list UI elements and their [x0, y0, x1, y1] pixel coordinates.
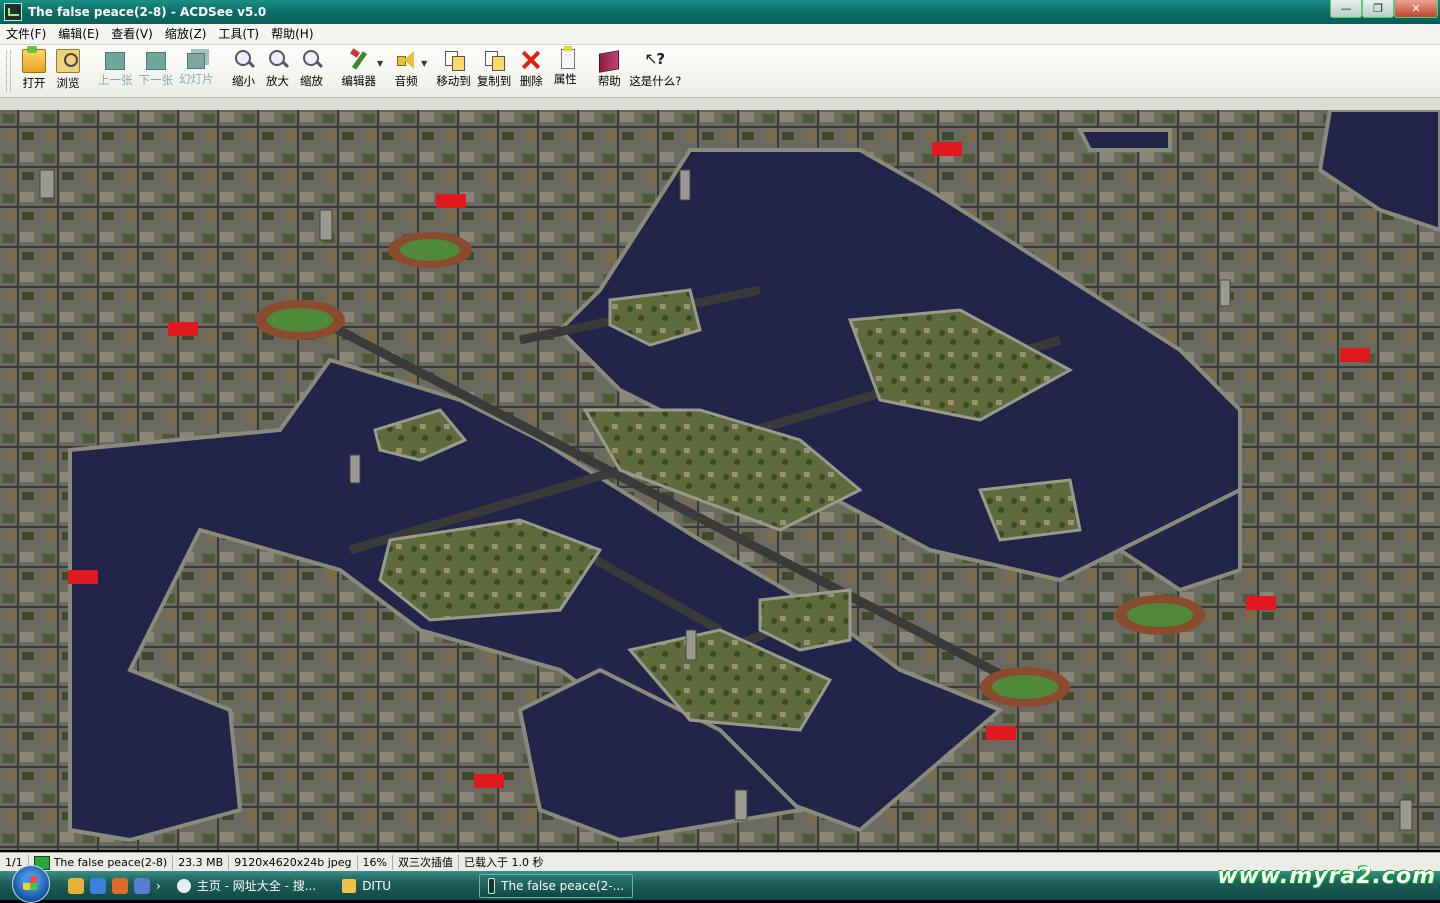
slideshow-button[interactable]: 幻灯片 [176, 45, 217, 87]
editor-button[interactable]: 编辑器 [339, 45, 380, 89]
close-button[interactable]: ✕ [1394, 0, 1438, 18]
zoom-in-icon [267, 49, 289, 71]
properties-label: 属性 [553, 72, 577, 86]
menu-help[interactable]: 帮助(H) [265, 24, 319, 44]
browser-icon [176, 878, 191, 893]
copy-to-label: 复制到 [476, 74, 512, 88]
status-zoom: 16% [358, 855, 393, 870]
game-map-image [0, 110, 1440, 850]
browse-button[interactable]: 浏览 [51, 45, 85, 91]
audio-button[interactable]: 音频 [389, 45, 423, 89]
minimize-button[interactable]: — [1330, 0, 1362, 18]
taskbar-item-ditu[interactable]: DITU [334, 875, 399, 897]
help-book-icon [599, 50, 620, 73]
quick-launch-app-icon[interactable] [68, 877, 84, 894]
menu-tools[interactable]: 工具(T) [212, 24, 265, 44]
speaker-icon [395, 49, 417, 71]
quick-launch: › [68, 877, 161, 894]
zoom-out-icon [233, 49, 255, 71]
start-button[interactable] [12, 864, 50, 903]
taskbar-item-browser[interactable]: 主页 - 网址大全 - 搜... [169, 875, 324, 897]
menu-zoom[interactable]: 缩放(Z) [159, 24, 213, 44]
whats-this-label: 这是什么? [629, 74, 682, 88]
zoom-in-label: 放大 [266, 74, 289, 88]
copy-to-button[interactable]: 复制到 [474, 45, 515, 89]
acdsee-icon [488, 877, 496, 894]
delete-button[interactable]: 删除 [514, 45, 548, 89]
move-to-button[interactable]: 移动到 [433, 45, 474, 89]
copy-to-icon [483, 49, 506, 71]
status-filename-text: The false peace(2-8) [53, 856, 168, 869]
menu-edit[interactable]: 编辑(E) [52, 24, 105, 44]
properties-icon [560, 46, 575, 69]
taskbar-item-label: 主页 - 网址大全 - 搜... [196, 879, 317, 893]
image-viewport[interactable] [0, 110, 1440, 850]
status-load-time: 已载入于 1.0 秒 [463, 856, 544, 869]
status-interpolation: 双三次插值 [393, 855, 459, 870]
browse-label: 浏览 [56, 76, 80, 90]
taskbar-item-label: The false peace(2-... [501, 878, 625, 893]
status-dimensions: 9120x4620x24b jpeg [229, 855, 358, 870]
menu-bar: 文件(F) 编辑(E) 查看(V) 缩放(Z) 工具(T) 帮助(H) [0, 24, 1440, 45]
site-watermark: www.myra2.com [1217, 864, 1436, 889]
window-controls: — ❐ ✕ [1330, 0, 1438, 18]
window-title: The false peace(2-8) - ACDSee v5.0 [28, 5, 267, 19]
zoom-label: 缩放 [300, 74, 323, 88]
menu-file[interactable]: 文件(F) [0, 24, 52, 44]
title-bar: The false peace(2-8) - ACDSee v5.0 — ❐ ✕ [0, 0, 1440, 24]
audio-label: 音频 [394, 74, 418, 88]
previous-image-icon [105, 52, 126, 70]
zoom-button[interactable]: 缩放 [295, 45, 329, 89]
move-to-icon [443, 49, 465, 71]
audio-dropdown-arrow-icon[interactable]: ▼ [421, 59, 427, 68]
status-filename: The false peace(2-8) [29, 855, 174, 870]
zoom-icon [301, 49, 323, 71]
browse-icon [56, 49, 80, 73]
previous-label: 上一张 [98, 73, 133, 87]
acdsee-app-icon[interactable] [4, 3, 22, 21]
status-file-size: 23.3 MB [173, 855, 230, 870]
toolbar: 打开 浏览 上一张 下一张 幻灯片 缩小 放大 缩放 编辑器 ▼ 音频 ▼ 移动… [0, 45, 1440, 98]
help-button[interactable]: 帮助 [592, 45, 626, 89]
menu-view[interactable]: 查看(V) [105, 24, 159, 44]
toolbar-grip[interactable] [6, 51, 11, 91]
slideshow-icon [187, 53, 206, 69]
editor-label: 编辑器 [341, 74, 377, 88]
next-label: 下一张 [138, 73, 174, 87]
zoom-out-button[interactable]: 缩小 [227, 45, 261, 89]
chevron-right-icon[interactable]: › [156, 879, 161, 893]
whats-this-icon [644, 49, 666, 71]
folder-icon [342, 878, 357, 893]
slideshow-label: 幻灯片 [179, 72, 214, 86]
media-icon[interactable] [112, 877, 128, 894]
restore-button[interactable]: ❐ [1362, 0, 1394, 18]
ie-browser-icon[interactable] [90, 877, 106, 894]
next-image-button[interactable]: 下一张 [136, 45, 177, 88]
properties-button[interactable]: 属性 [548, 45, 582, 87]
previous-image-button[interactable]: 上一张 [95, 45, 136, 88]
taskbar-item-label: DITU [362, 878, 392, 893]
editor-dropdown-arrow-icon[interactable]: ▼ [377, 59, 383, 68]
move-to-label: 移动到 [436, 74, 471, 88]
show-desktop-icon[interactable] [134, 877, 150, 894]
open-folder-icon [22, 46, 46, 73]
zoom-out-label: 缩小 [232, 74, 255, 88]
whats-this-button[interactable]: 这是什么? [626, 45, 684, 89]
paint-brush-icon [348, 49, 370, 71]
toolbar-divider [0, 98, 1440, 110]
zoom-in-button[interactable]: 放大 [261, 45, 295, 89]
help-label: 帮助 [597, 74, 621, 88]
delete-x-icon [520, 49, 542, 71]
taskbar-item-acdsee[interactable]: The false peace(2-... [479, 873, 634, 898]
open-label: 打开 [22, 76, 46, 90]
delete-label: 删除 [519, 74, 543, 88]
next-image-icon [145, 52, 166, 70]
open-button[interactable]: 打开 [17, 45, 51, 91]
